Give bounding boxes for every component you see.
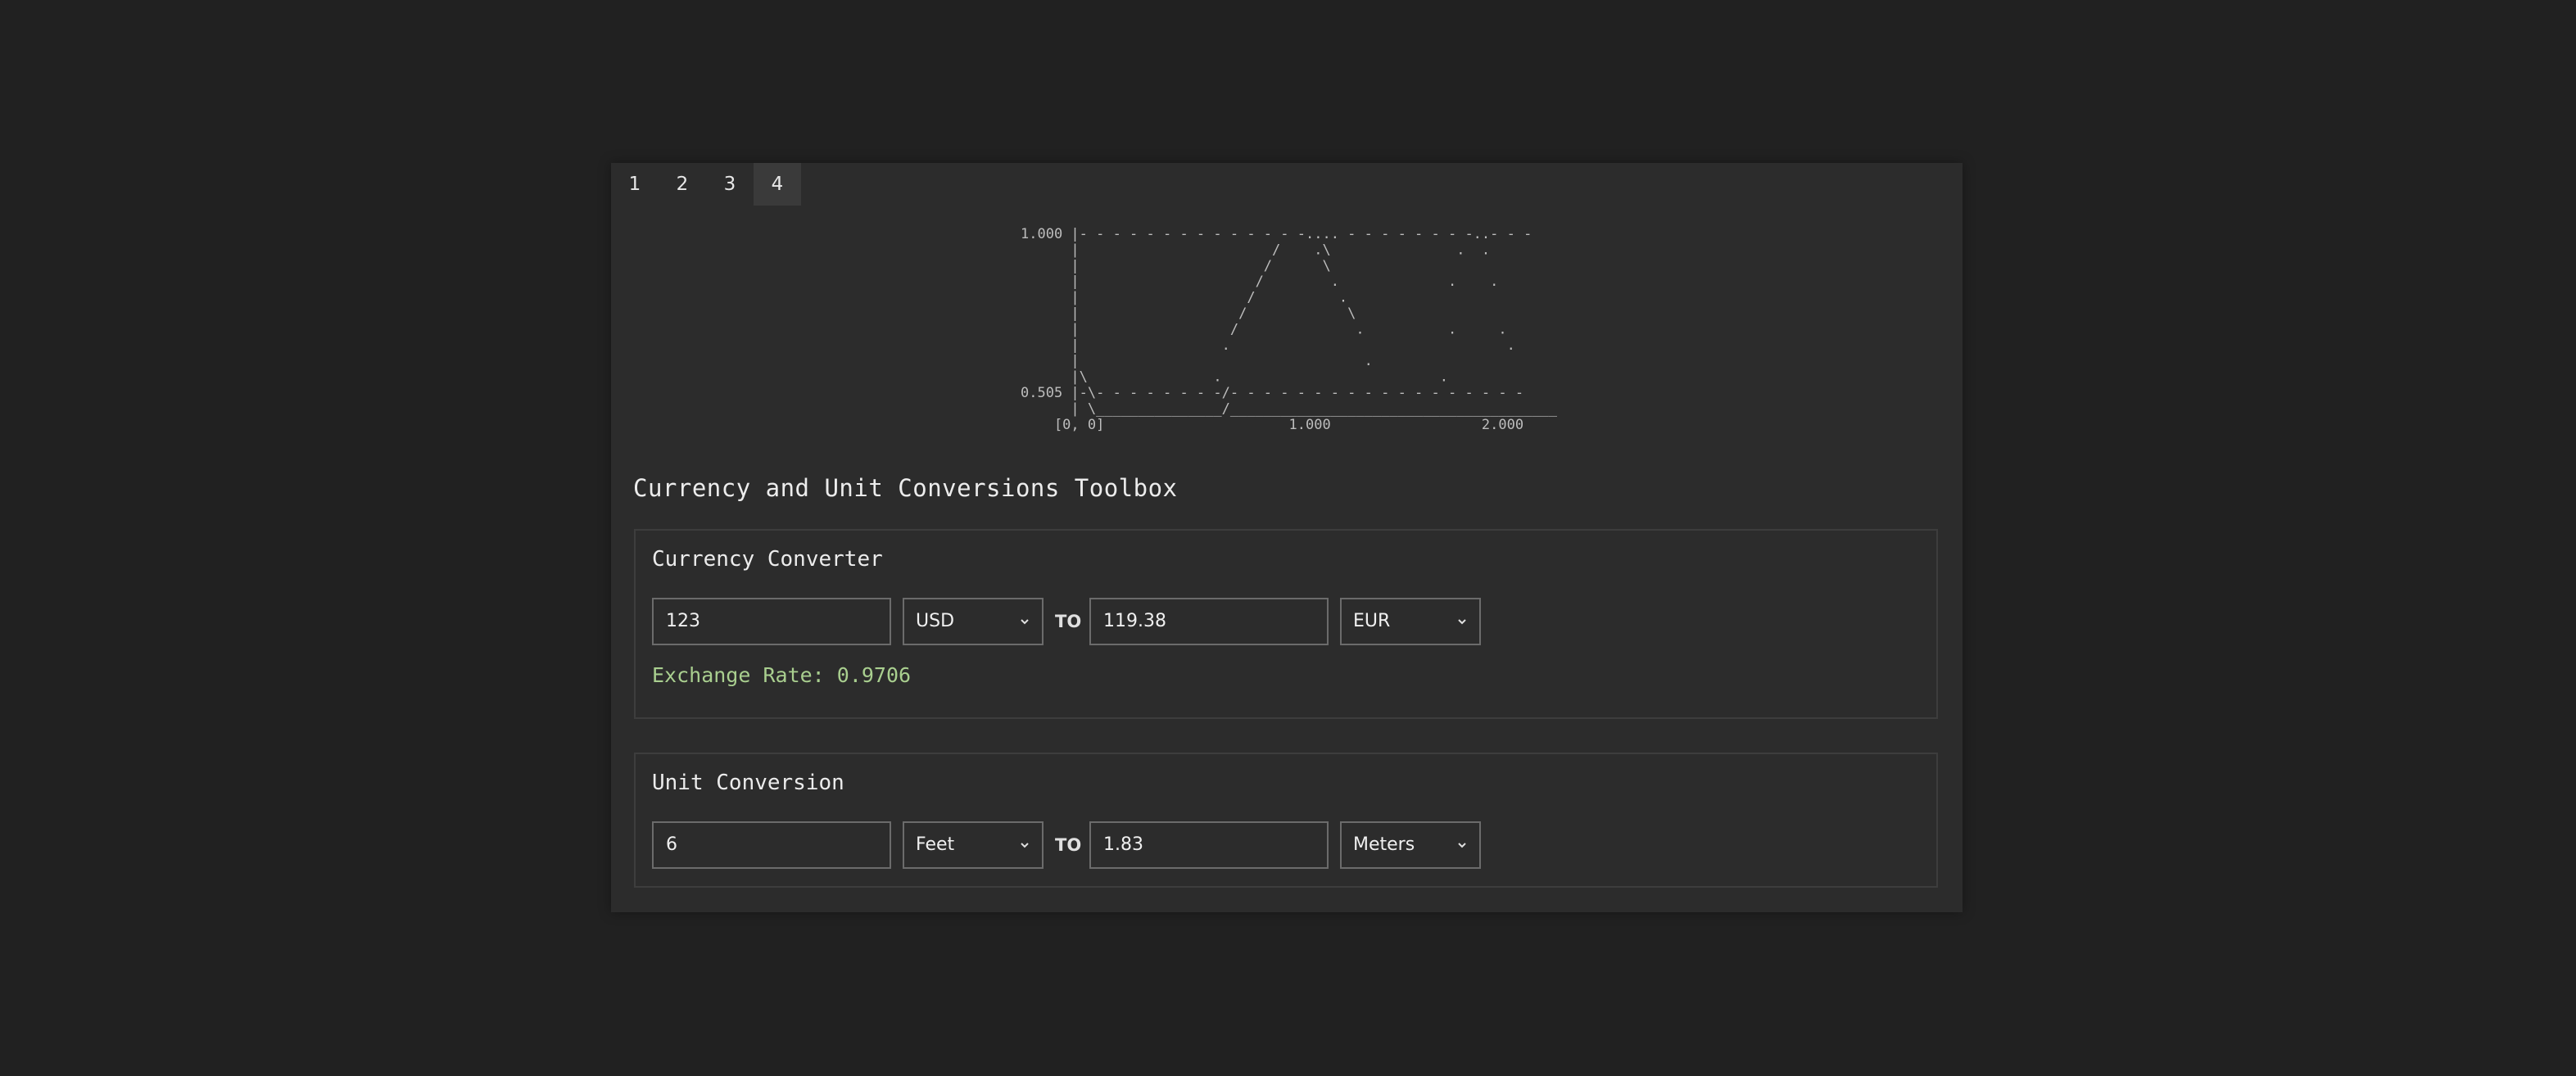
- ascii-chart-svg: 1.000 |- - - - - - - - - - - - - -.... -…: [1021, 226, 1558, 433]
- currency-amount-input[interactable]: 123: [652, 598, 891, 645]
- unit-to-label: Meters: [1353, 834, 1415, 855]
- unit-from-label: Feet: [916, 834, 955, 855]
- ascii-chart: 1.000 |- - - - - - - - - - - - - -.... -…: [1017, 225, 1558, 438]
- ascii-chart-line: | / .\ . .: [1021, 242, 1490, 258]
- ascii-chart-line: | / .: [1021, 290, 1347, 306]
- unit-amount-input[interactable]: 6: [652, 821, 891, 869]
- unit-row: 6 Feet TO 1.83 Meters: [652, 821, 1481, 869]
- ascii-chart-line: | / . . .: [1021, 274, 1498, 290]
- currency-result-input[interactable]: 119.38: [1089, 598, 1329, 645]
- chevron-down-icon: [1021, 619, 1029, 625]
- currency-converter-section: Currency Converter 123 USD TO 119.38 EUR…: [634, 529, 1938, 719]
- ascii-chart-line: 1.000 |- - - - - - - - - - - - - -.... -…: [1021, 226, 1532, 242]
- unit-conversion-title: Unit Conversion: [652, 771, 844, 795]
- toolbox-panel: 1 2 3 4 1.000 |- - - - - - - - - - - - -…: [611, 163, 1963, 912]
- tab-2[interactable]: 2: [659, 163, 706, 206]
- to-label: TO: [1055, 612, 1082, 631]
- currency-converter-title: Currency Converter: [652, 547, 883, 572]
- unit-from-select[interactable]: Feet: [903, 821, 1044, 869]
- ascii-chart-line: | . .: [1021, 337, 1515, 354]
- unit-to-select[interactable]: Meters: [1340, 821, 1481, 869]
- ascii-chart-line: 0.505 |-\- - - - - - - -/- - - - - - - -…: [1021, 385, 1523, 401]
- chevron-down-icon: [1458, 619, 1466, 625]
- ascii-chart-line: | \_______________/_____________________…: [1021, 400, 1558, 417]
- currency-row: 123 USD TO 119.38 EUR: [652, 598, 1481, 645]
- unit-result-input[interactable]: 1.83: [1089, 821, 1329, 869]
- currency-from-label: USD: [916, 611, 955, 631]
- page-title: Currency and Unit Conversions Toolbox: [633, 474, 1178, 502]
- to-label: TO: [1055, 835, 1082, 855]
- chevron-down-icon: [1458, 843, 1466, 848]
- ascii-chart-line: [0, 0] 1.000 2.000: [1021, 417, 1523, 433]
- ascii-chart-line: | / \: [1021, 305, 1356, 322]
- currency-to-select[interactable]: EUR: [1340, 598, 1481, 645]
- tab-bar: 1 2 3 4: [611, 163, 801, 206]
- tab-4[interactable]: 4: [754, 163, 801, 206]
- unit-conversion-section: Unit Conversion 6 Feet TO 1.83 Meters: [634, 753, 1938, 888]
- tab-3[interactable]: 3: [706, 163, 754, 206]
- ascii-chart-line: | / \: [1021, 258, 1331, 274]
- tab-1[interactable]: 1: [611, 163, 659, 206]
- ascii-chart-line: |\ . .: [1021, 369, 1448, 386]
- chevron-down-icon: [1021, 843, 1029, 848]
- exchange-rate-text: Exchange Rate: 0.9706: [652, 663, 912, 687]
- currency-to-label: EUR: [1353, 611, 1391, 631]
- ascii-chart-line: | / . . .: [1021, 321, 1507, 337]
- ascii-chart-line: | .: [1021, 353, 1373, 369]
- currency-from-select[interactable]: USD: [903, 598, 1044, 645]
